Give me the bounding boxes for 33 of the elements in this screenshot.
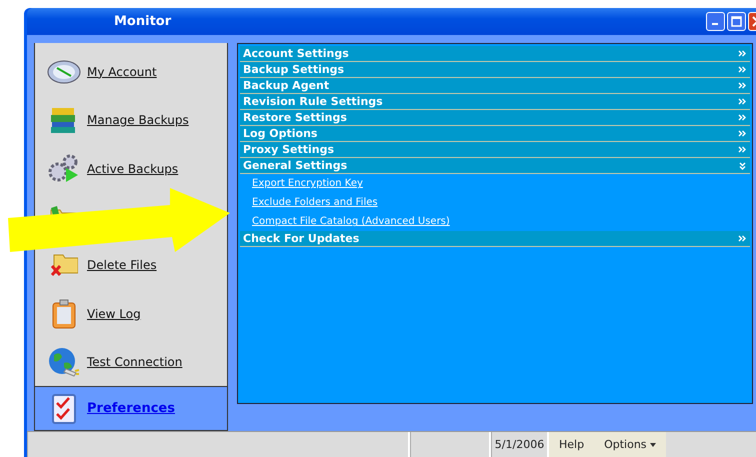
window-title: Monitor <box>114 14 172 30</box>
nav-link[interactable]: Preferences <box>87 401 175 416</box>
caret-icon <box>650 442 656 447</box>
section-header[interactable]: Backup Agent <box>240 78 750 94</box>
section-header[interactable]: Revision Rule Settings <box>240 94 750 110</box>
folder-delete-icon <box>50 254 78 276</box>
nav-link[interactable]: My Account <box>87 64 157 79</box>
section-header[interactable]: Account Settings <box>240 46 750 62</box>
nav-link[interactable]: Manage Backups <box>87 113 189 128</box>
selected-nav-tab[interactable]: Preferences <box>34 387 228 432</box>
nav-link[interactable]: Active Backups <box>87 162 178 176</box>
help-button[interactable]: Help <box>549 432 594 457</box>
section-header[interactable]: Restore Settings <box>240 110 750 126</box>
nav-link[interactable]: Test Connection <box>87 355 182 370</box>
section-header[interactable]: Backup Settings <box>240 62 750 78</box>
maximize-button[interactable] <box>727 12 746 32</box>
options-button[interactable]: Options <box>594 432 666 457</box>
nav-link[interactable]: View Log <box>87 306 141 321</box>
globe-plug-icon <box>48 347 80 378</box>
gears-play-icon <box>48 154 80 184</box>
section-header[interactable]: General Settings <box>240 158 750 174</box>
section-header[interactable]: Check For Updates <box>240 231 750 248</box>
clipboard-icon <box>52 298 76 329</box>
settings-link[interactable]: Compact File Catalog (Advanced Users) <box>252 216 750 228</box>
maximize-icon <box>731 16 742 28</box>
minimize-button[interactable] <box>706 12 725 32</box>
settings-link[interactable]: Export Encryption Key <box>252 178 750 190</box>
checklist-icon <box>52 394 76 424</box>
compass-icon <box>47 58 81 85</box>
section-header[interactable]: Proxy Settings <box>240 142 750 158</box>
nav-link[interactable]: Delete Files <box>87 258 157 272</box>
section-header[interactable]: Log Options <box>240 126 750 142</box>
settings-link[interactable]: Exclude Folders and Files <box>252 197 750 208</box>
